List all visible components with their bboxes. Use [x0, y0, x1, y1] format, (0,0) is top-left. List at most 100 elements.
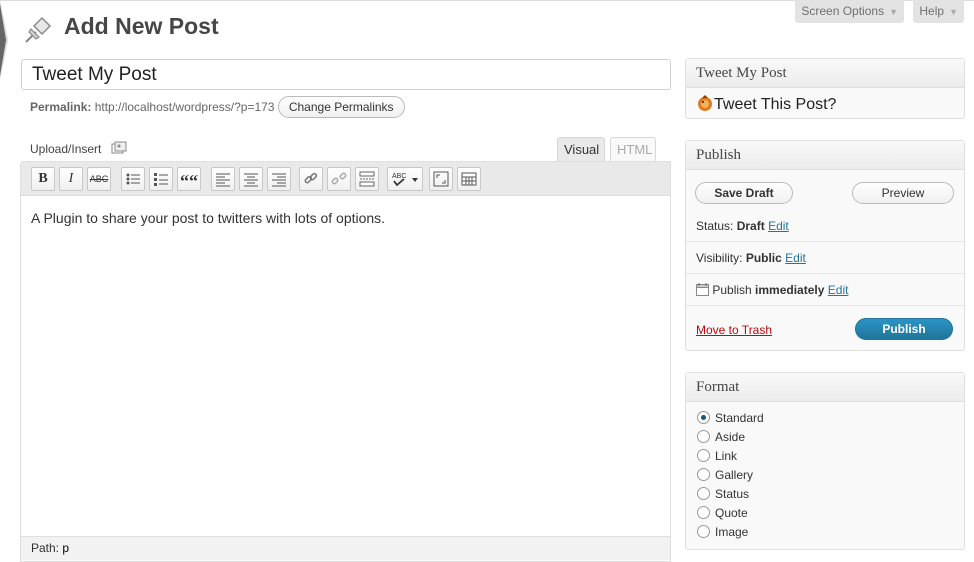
align-center-icon — [244, 173, 258, 187]
publish-time-value: immediately — [755, 283, 825, 297]
edit-publish-time-link[interactable]: Edit — [828, 283, 849, 297]
format-box-title: Format — [686, 373, 964, 402]
radio-checked-icon — [697, 411, 710, 424]
permalink-row: Permalink: http://localhost/wordpress/?p… — [30, 96, 405, 118]
format-option-label: Quote — [715, 506, 748, 520]
fullscreen-button[interactable] — [429, 167, 453, 191]
italic-icon: I — [68, 171, 74, 186]
calendar-icon — [696, 283, 709, 296]
italic-button[interactable]: I — [59, 167, 83, 191]
more-tag-icon — [359, 171, 375, 187]
tab-html[interactable]: HTML — [610, 137, 656, 162]
strikethrough-icon: ABC — [89, 174, 109, 184]
move-to-trash-link[interactable]: Move to Trash — [696, 323, 772, 337]
format-option-label: Image — [715, 525, 749, 539]
radio-icon — [697, 468, 710, 481]
strikethrough-button[interactable]: ABC — [87, 167, 111, 191]
help-label: Help — [919, 4, 945, 18]
svg-text:ABC: ABC — [392, 173, 406, 180]
editor-path-bar: Path: p — [21, 536, 670, 560]
bold-button[interactable]: B — [31, 167, 55, 191]
page-title: Add New Post — [64, 13, 219, 39]
tweet-this-post-option[interactable]: Tweet This Post? — [696, 94, 836, 115]
kitchen-sink-button[interactable] — [457, 167, 481, 191]
unlink-icon — [331, 172, 347, 185]
publish-button[interactable]: Publish — [855, 318, 953, 340]
format-option-standard[interactable]: Standard — [697, 410, 764, 426]
tab-visual[interactable]: Visual — [557, 137, 605, 162]
format-option-gallery[interactable]: Gallery — [697, 467, 753, 483]
add-media-icon[interactable] — [111, 141, 127, 155]
screen-options-label: Screen Options — [801, 4, 885, 18]
permalink-url[interactable]: http://localhost/wordpress/?p=173 — [95, 100, 275, 114]
change-permalinks-button[interactable]: Change Permalinks — [277, 96, 405, 118]
save-draft-button[interactable]: Save Draft — [695, 182, 793, 204]
editor-content[interactable]: A Plugin to share your post to twitters … — [31, 210, 385, 226]
align-right-icon — [272, 173, 286, 187]
radio-icon — [697, 525, 710, 538]
divider — [686, 273, 964, 274]
status-row: Status: Draft Edit — [696, 219, 789, 233]
format-option-link[interactable]: Link — [697, 448, 737, 464]
blockquote-icon: ““ — [180, 171, 198, 191]
format-option-image[interactable]: Image — [697, 524, 748, 540]
upload-insert-label: Upload/Insert — [30, 142, 102, 156]
blockquote-button[interactable]: ““ — [177, 167, 201, 191]
format-option-aside[interactable]: Aside — [697, 429, 745, 445]
status-value: Draft — [736, 219, 765, 233]
publish-time-row: Publish immediately Edit — [696, 283, 848, 297]
path-value[interactable]: p — [62, 541, 69, 555]
format-option-label: Gallery — [715, 468, 754, 482]
format-option-label: Aside — [715, 430, 746, 444]
chevron-down-icon: ▼ — [889, 7, 898, 17]
post-editor: B I ABC ““ ABC A Plugin to share your po… — [20, 161, 671, 562]
publish-time-label: Publish — [712, 283, 752, 297]
chevron-down-icon: ▼ — [949, 7, 958, 17]
format-option-label: Standard — [715, 411, 764, 425]
help-tab[interactable]: Help ▼ — [913, 0, 964, 23]
admin-menu-notch — [0, 0, 8, 80]
edit-visibility-link[interactable]: Edit — [785, 251, 806, 265]
post-title-input[interactable]: Tweet My Post — [21, 59, 671, 90]
bullet-list-button[interactable] — [121, 167, 145, 191]
visibility-row: Visibility: Public Edit — [696, 251, 806, 265]
twitter-bird-icon — [698, 95, 712, 111]
publish-box-title: Publish — [686, 141, 964, 170]
unlink-button[interactable] — [327, 167, 351, 191]
radio-icon — [697, 487, 710, 500]
format-option-label: Status — [715, 487, 750, 501]
link-button[interactable] — [299, 167, 323, 191]
upload-insert: Upload/Insert — [30, 141, 127, 156]
status-label: Status: — [696, 219, 734, 233]
radio-icon — [697, 430, 710, 443]
bullet-list-icon — [126, 173, 140, 185]
divider — [686, 241, 964, 242]
screen-options-tab[interactable]: Screen Options ▼ — [795, 0, 904, 23]
spellcheck-icon: ABC — [392, 173, 418, 187]
preview-button[interactable]: Preview — [852, 182, 954, 204]
kitchen-sink-icon — [461, 172, 477, 186]
permalink-label: Permalink: — [30, 100, 92, 114]
format-option-label: Link — [715, 449, 738, 463]
align-left-button[interactable] — [211, 167, 235, 191]
tweet-this-post-label: Tweet This Post? — [714, 96, 837, 113]
radio-icon — [697, 449, 710, 462]
spellcheck-button[interactable]: ABC — [387, 167, 423, 191]
format-option-status[interactable]: Status — [697, 486, 749, 502]
edit-status-link[interactable]: Edit — [768, 219, 789, 233]
numbered-list-button[interactable] — [149, 167, 173, 191]
divider — [686, 305, 964, 306]
align-center-button[interactable] — [239, 167, 263, 191]
fullscreen-icon — [433, 171, 449, 187]
more-tag-button[interactable] — [355, 167, 379, 191]
align-right-button[interactable] — [267, 167, 291, 191]
editor-toolbar: B I ABC ““ ABC — [21, 162, 670, 196]
align-left-icon — [216, 173, 230, 187]
bold-icon: B — [38, 171, 48, 186]
format-option-quote[interactable]: Quote — [697, 505, 748, 521]
visibility-value: Public — [745, 251, 782, 265]
path-label: Path: — [31, 541, 60, 555]
tweet-box-title: Tweet My Post — [686, 59, 964, 88]
link-icon — [304, 172, 318, 184]
radio-icon — [697, 506, 710, 519]
